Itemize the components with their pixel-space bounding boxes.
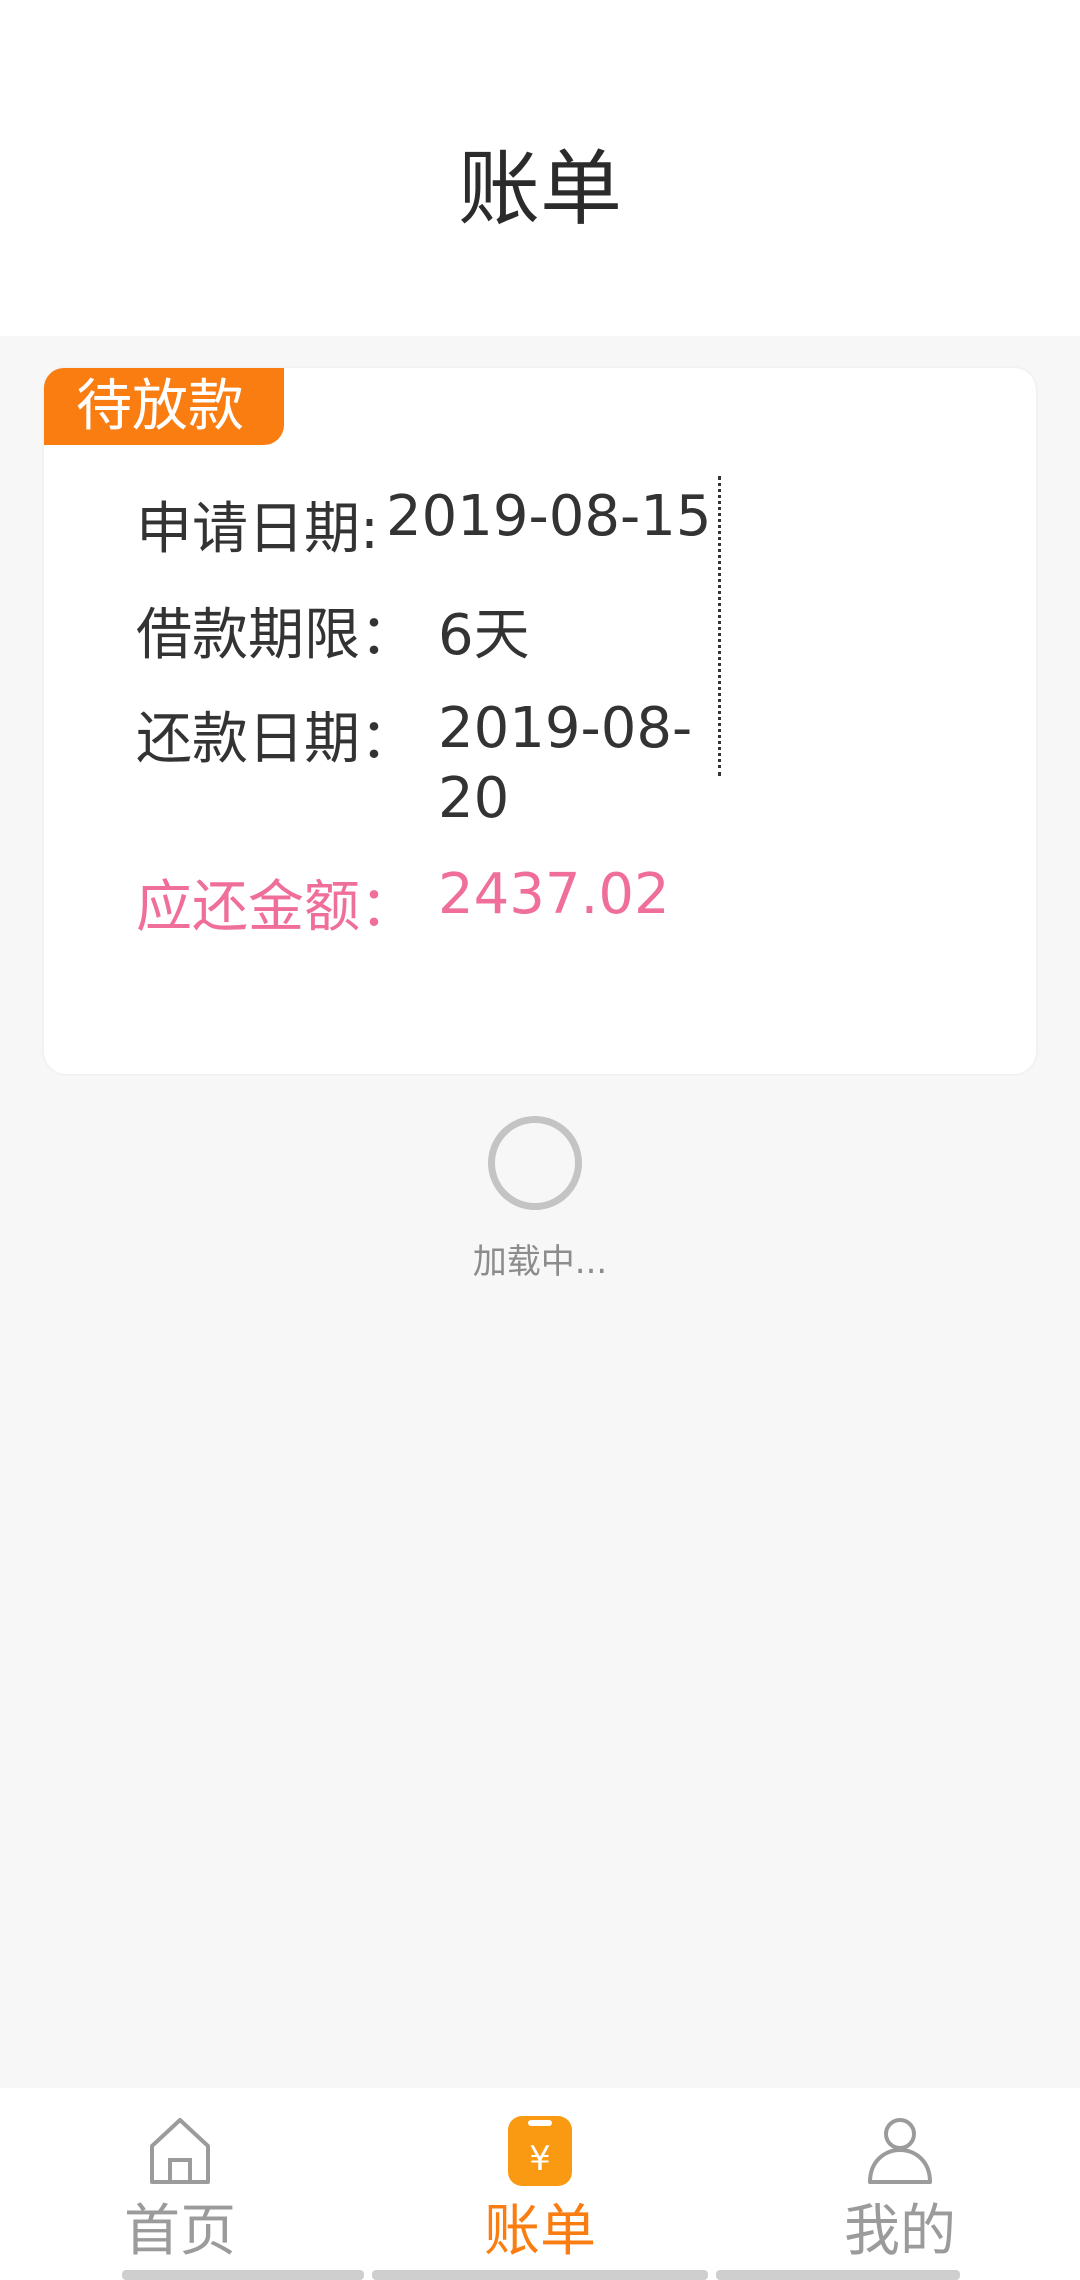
tab-mine[interactable]: 我的 bbox=[720, 2088, 1080, 2280]
home-icon bbox=[150, 2118, 210, 2184]
amount-label: 应还金额： bbox=[136, 875, 416, 940]
repay-date-label: 还款日期： bbox=[136, 707, 416, 772]
tab-home[interactable]: 首页 bbox=[0, 2088, 360, 2280]
loading-text: 加载中... bbox=[472, 1242, 608, 1282]
status-badge: 待放款 bbox=[44, 368, 284, 445]
tab-bills-label: 账单 bbox=[484, 2199, 596, 2264]
mine-underline bbox=[716, 2270, 960, 2280]
term-label: 借款期限： bbox=[136, 603, 416, 668]
tab-bills[interactable]: ¥ 账单 bbox=[360, 2088, 720, 2280]
loading-spinner bbox=[488, 1116, 582, 1210]
term-value: 6天 bbox=[438, 603, 530, 668]
apply-date-value: 2019-08-15 bbox=[386, 484, 712, 549]
home-underline bbox=[122, 2270, 364, 2280]
top-header: 账单 bbox=[0, 0, 1080, 336]
apply-date-label: 申请日期: bbox=[136, 497, 379, 562]
repay-date-value: 2019-08-20 bbox=[438, 696, 693, 831]
bill-icon: ¥ bbox=[508, 2116, 572, 2186]
tab-home-label: 首页 bbox=[124, 2199, 236, 2264]
bills-underline bbox=[372, 2270, 708, 2280]
dotted-divider bbox=[718, 476, 721, 776]
amount-value: 2437.02 bbox=[438, 862, 670, 927]
bill-card[interactable]: 待放款 申请日期: 2019-08-15 借款期限： 6天 还款日期： 2019… bbox=[44, 368, 1036, 1074]
tab-mine-label: 我的 bbox=[844, 2199, 956, 2264]
user-icon bbox=[868, 2118, 932, 2184]
svg-text:¥: ¥ bbox=[529, 2139, 551, 2179]
page-title: 账单 bbox=[457, 142, 622, 237]
bottom-tab-bar: 首页 ¥ 账单 我的 bbox=[0, 2088, 1080, 2280]
